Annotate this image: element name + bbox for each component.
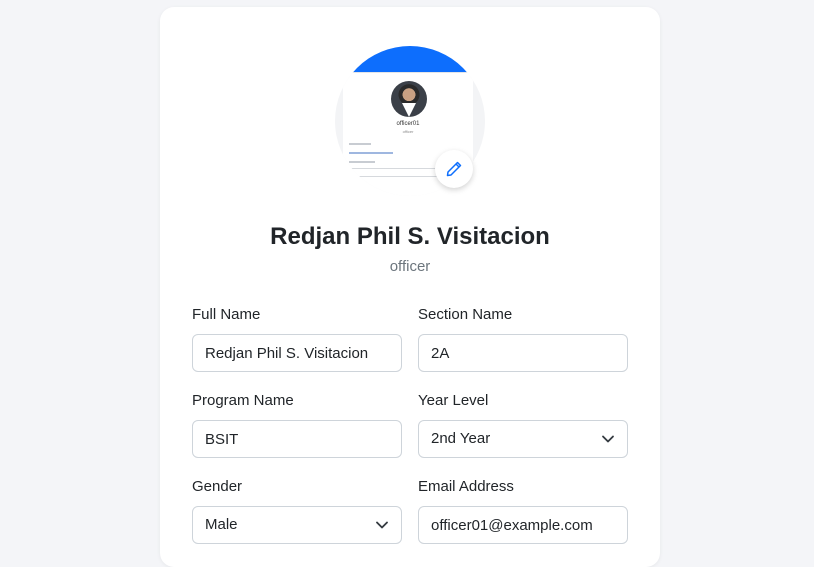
email-field[interactable] [418,506,628,544]
avatar-role: officer [402,129,414,134]
pencil-icon [446,161,462,177]
section-name-label: Section Name [418,306,513,323]
avatar-text-line [349,161,375,163]
avatar-header-band [335,46,485,72]
program-name-label: Program Name [192,392,294,409]
avatar-username: officer01 [396,121,420,127]
chevron-down-icon [602,435,614,443]
year-level-label: Year Level [418,392,489,409]
avatar-text-line [349,152,393,154]
year-level-select[interactable]: 2nd Year [418,420,628,458]
avatar-section: officer01 officer [335,46,485,196]
avatar-photo [391,81,427,117]
year-level-value: 2nd Year [431,430,491,447]
avatar-text-line [349,143,371,145]
full-name-label: Full Name [192,306,261,323]
email-label: Email Address [418,478,514,495]
section-name-field[interactable] [418,334,628,372]
gender-select[interactable]: Male [192,506,402,544]
program-name-field[interactable] [192,420,402,458]
edit-avatar-button[interactable] [435,150,473,188]
chevron-down-icon [376,521,388,529]
avatar-mini-field [349,168,441,177]
profile-card: officer01 officer Redjan Phil S. Visitac… [160,7,660,567]
profile-name: Redjan Phil S. Visitacion [270,223,550,250]
gender-label: Gender [192,478,243,495]
gender-value: Male [205,516,238,533]
profile-role: officer [389,258,431,275]
full-name-field[interactable] [192,334,402,372]
